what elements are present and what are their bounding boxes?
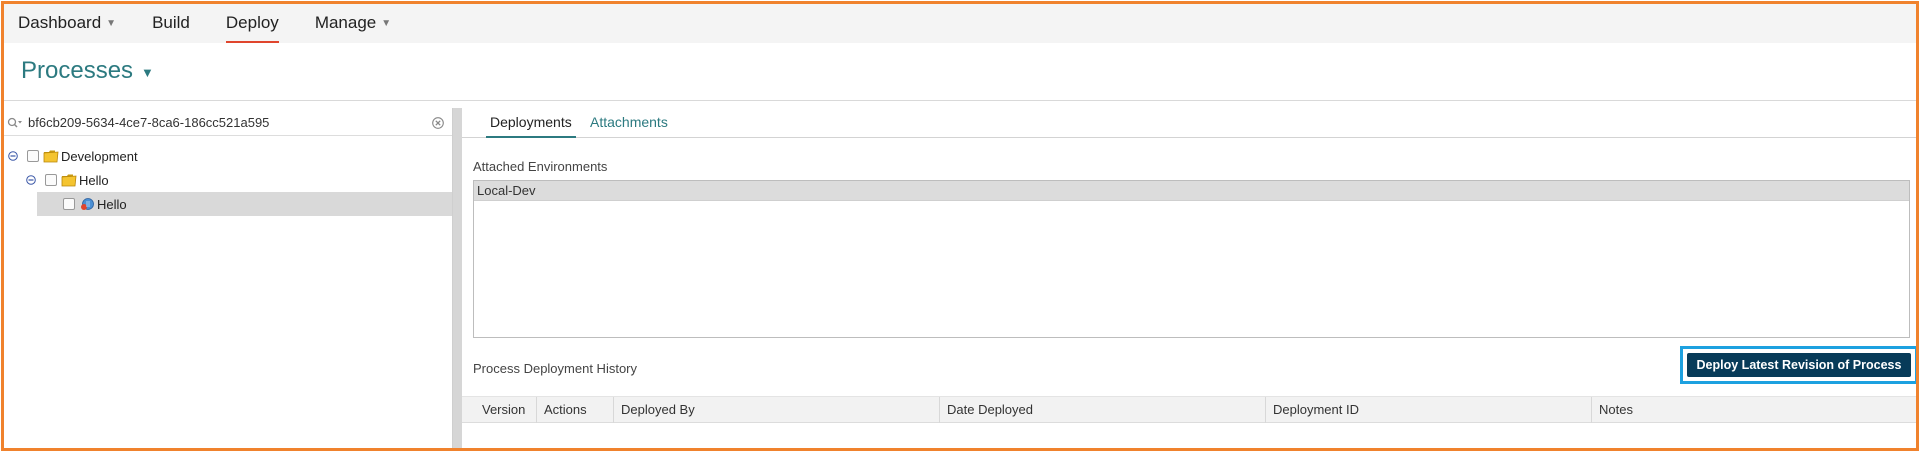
tree-checkbox[interactable] xyxy=(27,150,39,162)
attached-environments-list[interactable]: Local-Dev xyxy=(473,180,1910,338)
process-icon xyxy=(79,197,95,211)
nav-manage[interactable]: Manage ▼ xyxy=(315,4,391,43)
nav-dashboard-label: Dashboard xyxy=(18,13,102,32)
environment-item[interactable]: Local-Dev xyxy=(474,181,1909,201)
attached-environments-label: Attached Environments xyxy=(473,159,608,174)
page-header: Processes ▼ xyxy=(4,43,1916,101)
process-tree-panel: Development Hello Hello xyxy=(4,108,453,448)
process-tree: Development Hello Hello xyxy=(4,144,452,216)
caret-down-icon: ▼ xyxy=(106,18,117,29)
page-title: Processes xyxy=(21,57,134,84)
folder-icon xyxy=(43,149,59,163)
collapse-icon[interactable] xyxy=(25,174,37,186)
nav-deploy-label: Deploy xyxy=(225,13,279,32)
page-title-dropdown[interactable]: Processes ▼ xyxy=(21,57,154,85)
tree-node-label: Development xyxy=(61,148,138,164)
column-version[interactable]: Version xyxy=(462,397,537,423)
process-detail-panel: Deployments Attachments Attached Environ… xyxy=(462,108,1916,448)
column-date-deployed[interactable]: Date Deployed xyxy=(940,397,1266,423)
nav-build-label: Build xyxy=(152,13,190,32)
nav-deploy[interactable]: Deploy xyxy=(225,4,279,43)
tab-attachments[interactable]: Attachments xyxy=(590,114,668,138)
tab-bar: Deployments Attachments xyxy=(462,108,1916,138)
column-deployed-by[interactable]: Deployed By xyxy=(614,397,940,423)
nav-build[interactable]: Build xyxy=(152,4,190,43)
top-nav: Dashboard ▼ Build Deploy Manage ▼ xyxy=(4,4,1916,43)
tree-node-development[interactable]: Development xyxy=(4,144,452,168)
tab-deployments[interactable]: Deployments xyxy=(486,114,576,138)
tree-node-label: Hello xyxy=(97,196,127,212)
history-table-header: Version Actions Deployed By Date Deploye… xyxy=(462,396,1916,423)
collapse-icon[interactable] xyxy=(7,150,19,162)
caret-down-icon: ▼ xyxy=(381,18,392,29)
folder-icon xyxy=(61,173,77,187)
tree-checkbox[interactable] xyxy=(45,174,57,186)
tree-node-label: Hello xyxy=(79,172,109,188)
tree-node-hello-folder[interactable]: Hello xyxy=(4,168,452,192)
tree-checkbox[interactable] xyxy=(63,198,75,210)
search-icon[interactable] xyxy=(4,117,26,129)
clear-icon[interactable] xyxy=(432,117,444,132)
app-frame: Dashboard ▼ Build Deploy Manage ▼ Proces… xyxy=(1,1,1919,451)
deploy-latest-revision-button[interactable]: Deploy Latest Revision of Process xyxy=(1687,353,1911,377)
tree-node-hello-process[interactable]: Hello xyxy=(37,192,452,216)
column-deployment-id[interactable]: Deployment ID xyxy=(1266,397,1592,423)
nav-dashboard[interactable]: Dashboard ▼ xyxy=(18,4,116,43)
search-input[interactable] xyxy=(26,115,426,130)
deployment-history-label: Process Deployment History xyxy=(473,361,637,376)
nav-manage-label: Manage xyxy=(314,13,377,32)
column-notes[interactable]: Notes xyxy=(1592,397,1916,423)
deploy-button-highlight: Deploy Latest Revision of Process xyxy=(1680,346,1916,384)
panel-splitter[interactable] xyxy=(453,108,462,448)
column-actions[interactable]: Actions xyxy=(537,397,614,423)
search-bar xyxy=(4,110,452,136)
caret-down-icon: ▼ xyxy=(141,65,154,80)
